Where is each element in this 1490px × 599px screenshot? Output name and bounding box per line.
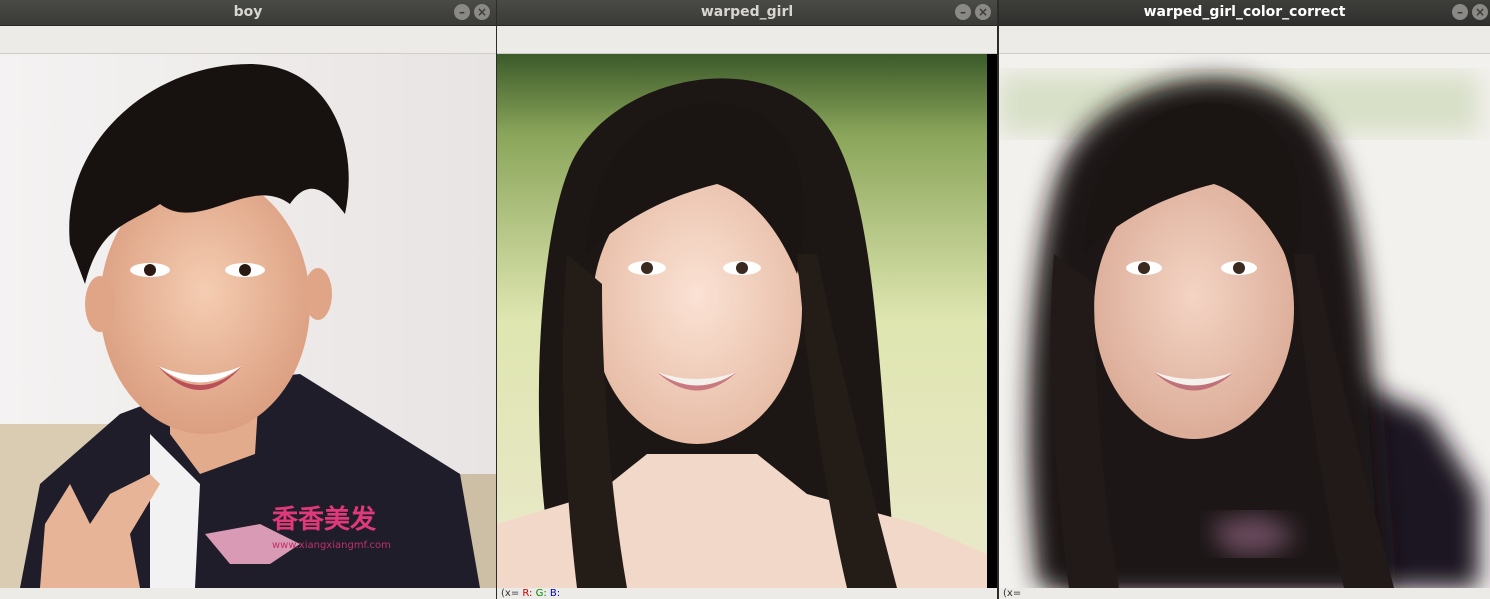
toolbar	[0, 26, 496, 54]
warped-girl-image	[497, 54, 997, 588]
toolbar	[999, 26, 1490, 54]
statusbar	[0, 588, 496, 599]
titlebar[interactable]: warped_girl_color_correct – ×	[999, 0, 1490, 26]
color-corrected-image	[999, 54, 1490, 588]
statusbar: (x=	[999, 588, 1490, 599]
close-icon[interactable]: ×	[474, 4, 490, 20]
window-warped-girl: warped_girl – × (x= R: G: B:	[497, 0, 997, 599]
window-title: warped_girl	[700, 4, 794, 20]
toolbar	[497, 26, 997, 54]
minimize-icon[interactable]: –	[1452, 4, 1468, 20]
image-canvas-warped-girl[interactable]	[497, 54, 997, 588]
watermark-url: www.xiangxiangmf.com	[272, 540, 391, 551]
window-warped-girl-color-correct: warped_girl_color_correct – × (x=	[999, 0, 1490, 599]
window-boy: boy – × 香香美发 www.xiangxiangmf.com	[0, 0, 496, 599]
statusbar: (x= R: G: B:	[497, 588, 997, 599]
image-canvas-boy[interactable]: 香香美发 www.xiangxiangmf.com	[0, 54, 496, 588]
watermark-logo: 香香美发	[272, 504, 376, 535]
titlebar[interactable]: warped_girl – ×	[497, 0, 997, 26]
image-canvas-color-correct[interactable]	[999, 54, 1490, 588]
titlebar[interactable]: boy – ×	[0, 0, 496, 26]
close-icon[interactable]: ×	[975, 4, 991, 20]
minimize-icon[interactable]: –	[454, 4, 470, 20]
minimize-icon[interactable]: –	[955, 4, 971, 20]
boy-image: 香香美发 www.xiangxiangmf.com	[0, 54, 496, 588]
window-title: boy	[233, 4, 263, 20]
close-icon[interactable]: ×	[1472, 4, 1488, 20]
window-title: warped_girl_color_correct	[1143, 4, 1346, 20]
